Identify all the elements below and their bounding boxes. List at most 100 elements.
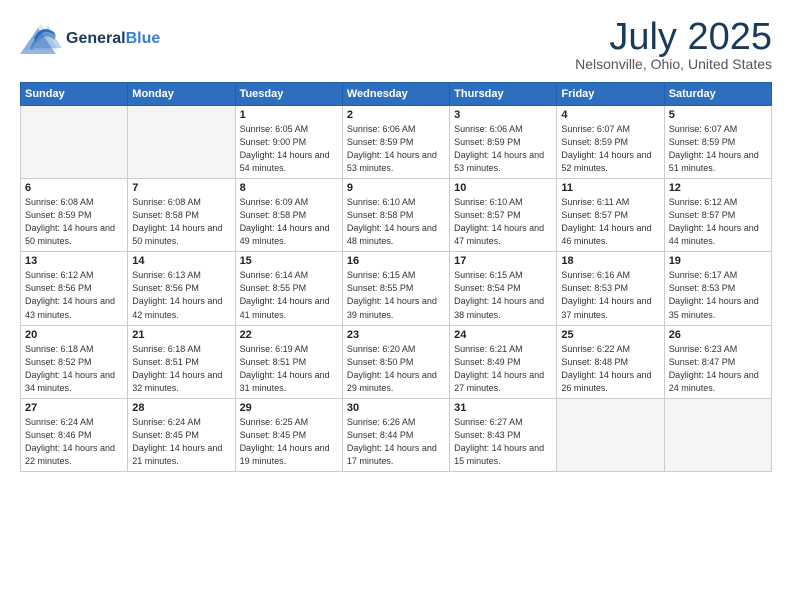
sunset-text: Sunset: 8:49 PM — [454, 357, 521, 367]
sunset-text: Sunset: 8:58 PM — [347, 210, 414, 220]
daylight-text: Daylight: 14 hours and 24 minutes. — [669, 370, 759, 393]
sunset-text: Sunset: 8:48 PM — [561, 357, 628, 367]
sunset-text: Sunset: 8:46 PM — [25, 430, 92, 440]
sunrise-text: Sunrise: 6:16 AM — [561, 270, 630, 280]
daylight-text: Daylight: 14 hours and 38 minutes. — [454, 296, 544, 319]
day-info: Sunrise: 6:18 AMSunset: 8:52 PMDaylight:… — [25, 343, 123, 395]
day-of-week-header: Tuesday — [235, 83, 342, 106]
sunset-text: Sunset: 8:59 PM — [561, 137, 628, 147]
day-number: 17 — [454, 255, 552, 267]
sunrise-text: Sunrise: 6:25 AM — [240, 417, 309, 427]
daylight-text: Daylight: 14 hours and 35 minutes. — [669, 296, 759, 319]
calendar-day-cell: 20 Sunrise: 6:18 AMSunset: 8:52 PMDayligh… — [21, 325, 128, 398]
day-number: 20 — [25, 329, 123, 341]
daylight-text: Daylight: 14 hours and 27 minutes. — [454, 370, 544, 393]
daylight-text: Daylight: 14 hours and 44 minutes. — [669, 223, 759, 246]
sunset-text: Sunset: 8:53 PM — [669, 283, 736, 293]
day-info: Sunrise: 6:23 AMSunset: 8:47 PMDaylight:… — [669, 343, 767, 395]
day-number: 1 — [240, 109, 338, 121]
sunrise-text: Sunrise: 6:12 AM — [25, 270, 94, 280]
calendar-day-cell: 11Sunrise: 6:11 AMSunset: 8:57 PMDayligh… — [557, 179, 664, 252]
sunset-text: Sunset: 8:51 PM — [132, 357, 199, 367]
daylight-text: Daylight: 14 hours and 32 minutes. — [132, 370, 222, 393]
sunset-text: Sunset: 8:58 PM — [240, 210, 307, 220]
calendar-day-cell: 19Sunrise: 6:17 AMSunset: 8:53 PMDayligh… — [664, 252, 771, 325]
day-number: 11 — [561, 182, 659, 194]
sunrise-text: Sunrise: 6:15 AM — [454, 270, 523, 280]
day-number: 14 — [132, 255, 230, 267]
day-info: Sunrise: 6:08 AMSunset: 8:59 PMDaylight:… — [25, 196, 123, 248]
calendar-day-cell — [664, 398, 771, 471]
daylight-text: Daylight: 14 hours and 41 minutes. — [240, 296, 330, 319]
sunset-text: Sunset: 8:43 PM — [454, 430, 521, 440]
day-number: 26 — [669, 329, 767, 341]
sunrise-text: Sunrise: 6:19 AM — [240, 344, 309, 354]
sunrise-text: Sunrise: 6:08 AM — [25, 197, 94, 207]
calendar-week-row: 27 Sunrise: 6:24 AM Sunset: 8:46 PM Dayligh… — [21, 398, 772, 471]
sunrise-text: Sunrise: 6:14 AM — [240, 270, 309, 280]
day-info: Sunrise: 6:16 AMSunset: 8:53 PMDaylight:… — [561, 269, 659, 321]
logo-icon — [20, 18, 62, 60]
sunset-text: Sunset: 8:57 PM — [561, 210, 628, 220]
sunrise-text: Sunrise: 6:26 AM — [347, 417, 416, 427]
calendar-day-cell: 26 Sunrise: 6:23 AMSunset: 8:47 PMDayligh… — [664, 325, 771, 398]
sunrise-text: Sunrise: 6:22 AM — [561, 344, 630, 354]
calendar-day-cell: 27Sunrise: 6:24 AMSunset: 8:46 PMDayligh… — [21, 398, 128, 471]
calendar-day-cell: 8Sunrise: 6:09 AMSunset: 8:58 PMDaylight… — [235, 179, 342, 252]
calendar-day-cell: 9Sunrise: 6:10 AMSunset: 8:58 PMDaylight… — [342, 179, 449, 252]
daylight-text: Daylight: 14 hours and 31 minutes. — [240, 370, 330, 393]
daylight-text: Daylight: 14 hours and 48 minutes. — [347, 223, 437, 246]
logo: GeneralBlue — [20, 18, 160, 60]
day-of-week-header: Friday — [557, 83, 664, 106]
month-title: July 2025 — [575, 18, 772, 56]
calendar-day-cell: 6Sunrise: 6:08 AMSunset: 8:59 PMDaylight… — [21, 179, 128, 252]
daylight-text: Daylight: 14 hours and 34 minutes. — [25, 370, 115, 393]
calendar-day-cell: 28Sunrise: 6:24 AMSunset: 8:45 PMDayligh… — [128, 398, 235, 471]
daylight-text: Daylight: 14 hours and 19 minutes. — [240, 443, 330, 466]
daylight-text: Daylight: 14 hours and 17 minutes. — [347, 443, 437, 466]
day-info: Sunrise: 6:27 AMSunset: 8:43 PMDaylight:… — [454, 416, 552, 468]
day-info: Sunrise: 6:17 AMSunset: 8:53 PMDaylight:… — [669, 269, 767, 321]
calendar-day-cell: 2Sunrise: 6:06 AMSunset: 8:59 PMDaylight… — [342, 106, 449, 179]
day-number: 18 — [561, 255, 659, 267]
day-info: Sunrise: 6:21 AMSunset: 8:49 PMDaylight:… — [454, 343, 552, 395]
sunset-text: Sunset: 8:59 PM — [454, 137, 521, 147]
day-info: Sunrise: 6:06 AMSunset: 8:59 PMDaylight:… — [454, 123, 552, 175]
day-info: Sunrise: 6:07 AMSunset: 8:59 PMDaylight:… — [561, 123, 659, 175]
sunrise-text: Sunrise: 6:18 AM — [132, 344, 201, 354]
day-of-week-header: Wednesday — [342, 83, 449, 106]
sunset-text: Sunset: 8:53 PM — [561, 283, 628, 293]
sunset-text: Sunset: 8:57 PM — [454, 210, 521, 220]
day-number: 12 — [669, 182, 767, 194]
daylight-text: Daylight: 14 hours and 53 minutes. — [454, 150, 544, 173]
daylight-text: Daylight: 14 hours and 15 minutes. — [454, 443, 544, 466]
sunset-text: Sunset: 8:57 PM — [669, 210, 736, 220]
day-info: Sunrise: 6:20 AMSunset: 8:50 PMDaylight:… — [347, 343, 445, 395]
sunrise-text: Sunrise: 6:08 AM — [132, 197, 201, 207]
day-number: 9 — [347, 182, 445, 194]
day-number: 13 — [25, 255, 123, 267]
sunrise-text: Sunrise: 6:05 AM — [240, 124, 309, 134]
day-number: 16 — [347, 255, 445, 267]
daylight-text: Daylight: 14 hours and 29 minutes. — [347, 370, 437, 393]
day-info: Sunrise: 6:09 AMSunset: 8:58 PMDaylight:… — [240, 196, 338, 248]
calendar-week-row: 20 Sunrise: 6:18 AMSunset: 8:52 PMDayligh… — [21, 325, 772, 398]
calendar-day-cell: 4 Sunrise: 6:07 AMSunset: 8:59 PMDaylight… — [557, 106, 664, 179]
day-number: 27 — [25, 402, 123, 414]
day-number: 3 — [454, 109, 552, 121]
calendar-week-row: 13 Sunrise: 6:12 AMSunset: 8:56 PMDayligh… — [21, 252, 772, 325]
calendar-day-cell — [128, 106, 235, 179]
sunrise-text: Sunrise: 6:18 AM — [25, 344, 94, 354]
day-of-week-header: Sunday — [21, 83, 128, 106]
calendar-day-cell: 18Sunrise: 6:16 AMSunset: 8:53 PMDayligh… — [557, 252, 664, 325]
day-number: 4 — [561, 109, 659, 121]
sunrise-text: Sunrise: 6:13 AM — [132, 270, 201, 280]
calendar-day-cell: 1Sunrise: 6:05 AMSunset: 9:00 PMDaylight… — [235, 106, 342, 179]
sunset-text: Sunset: 8:45 PM — [132, 430, 199, 440]
day-info: Sunrise: 6:24 AMSunset: 8:46 PMDaylight:… — [25, 416, 123, 468]
day-info: Sunrise: 6:15 AMSunset: 8:54 PMDaylight:… — [454, 269, 552, 321]
calendar-day-cell: 3 Sunrise: 6:06 AMSunset: 8:59 PMDaylight… — [450, 106, 557, 179]
day-info: Sunrise: 6:12 AMSunset: 8:56 PMDaylight:… — [25, 269, 123, 321]
sunrise-text: Sunrise: 6:24 AM — [25, 417, 94, 427]
calendar-day-cell: 14Sunrise: 6:13 AMSunset: 8:56 PMDayligh… — [128, 252, 235, 325]
